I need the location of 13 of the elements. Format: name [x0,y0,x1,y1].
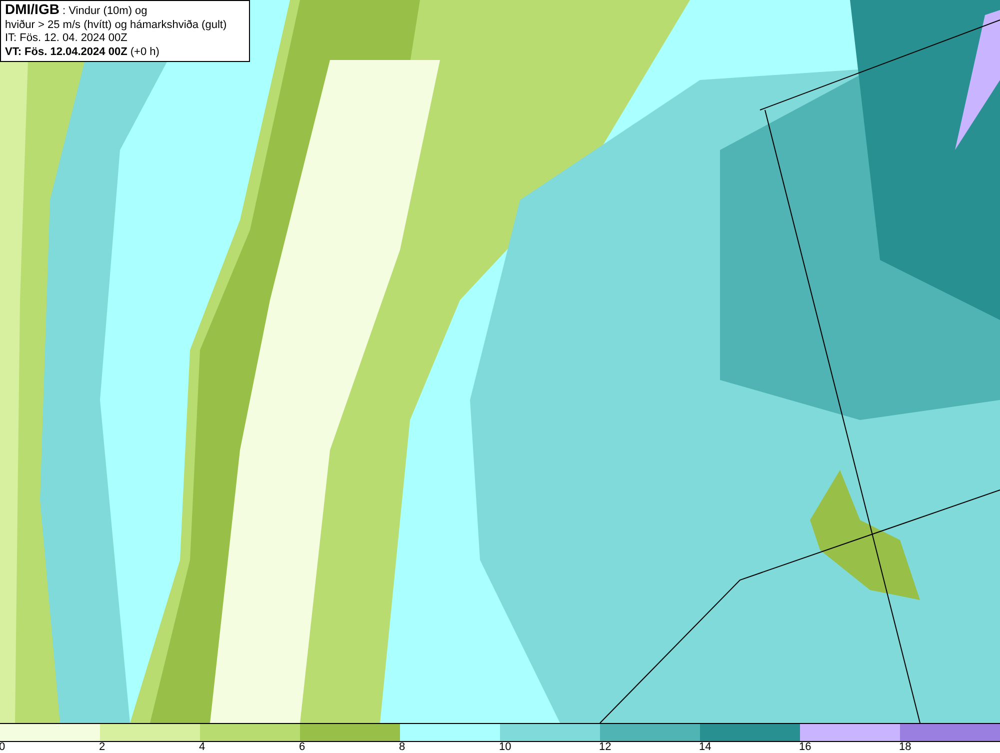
scale-tick-label: 6 [299,742,306,753]
info-line: IT: Fös. 12. 04. 2024 00Z [5,32,128,46]
scale-tick-label: 14 [699,742,712,753]
scale-tick-label: 18 [899,742,912,753]
info-line: hviður > 25 m/s (hvítt) og hámarkshviða (gult) [5,18,227,32]
scale-tick-label: 16 [799,742,812,753]
info-line: VT: Fös. 12.04.2024 00Z (+0 h) [5,46,160,59]
scale-tick-label: 8 [399,742,406,753]
scale-tick-label: 10 [499,742,512,753]
scale-tick-label: 4 [199,742,206,753]
scale-tick-label: 12 [599,742,612,753]
info-line: DMI/IGB : Vindur (10m) og [5,3,148,18]
scale-tick-label: 2 [99,742,106,753]
